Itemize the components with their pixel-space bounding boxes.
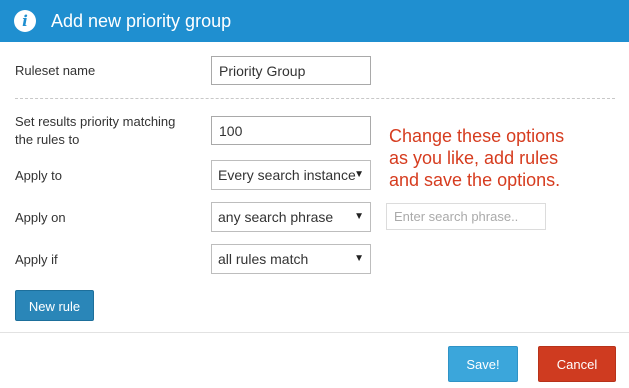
apply-if-select[interactable]: all rules match ▼ — [211, 244, 371, 274]
apply-on-label: Apply on — [15, 210, 66, 225]
dialog-title: Add new priority group — [51, 11, 232, 31]
chevron-down-icon: ▼ — [354, 211, 364, 222]
note-line: Change these options — [389, 126, 565, 146]
apply-to-value: Every search instance — [218, 167, 356, 183]
new-rule-button[interactable]: New rule — [15, 290, 94, 321]
cancel-button[interactable]: Cancel — [538, 346, 616, 382]
ruleset-name-label: Ruleset name — [15, 63, 96, 78]
ruleset-name-input[interactable] — [211, 56, 371, 85]
chevron-down-icon: ▼ — [354, 169, 364, 180]
priority-label-line2: the rules to — [15, 132, 80, 147]
note-line: as you like, add rules — [389, 148, 559, 168]
info-icon: i — [14, 10, 36, 32]
note-line: and save the options. — [389, 170, 561, 190]
instruction-note: Change these options as you like, add ru… — [389, 125, 619, 191]
chevron-down-icon: ▼ — [354, 253, 364, 264]
apply-if-label: Apply if — [15, 252, 58, 267]
apply-to-label: Apply to — [15, 168, 62, 183]
apply-on-value: any search phrase — [218, 209, 334, 225]
apply-to-select[interactable]: Every search instance ▼ — [211, 160, 371, 190]
apply-if-value: all rules match — [218, 251, 309, 267]
footer-divider — [0, 332, 629, 333]
section-divider — [15, 98, 615, 99]
save-button[interactable]: Save! — [448, 346, 518, 382]
dialog-header: i Add new priority group — [0, 0, 629, 42]
apply-on-select[interactable]: any search phrase ▼ — [211, 202, 371, 232]
search-phrase-input[interactable] — [386, 203, 546, 230]
priority-input[interactable] — [211, 116, 371, 145]
priority-label-line1: Set results priority matching — [15, 114, 176, 129]
